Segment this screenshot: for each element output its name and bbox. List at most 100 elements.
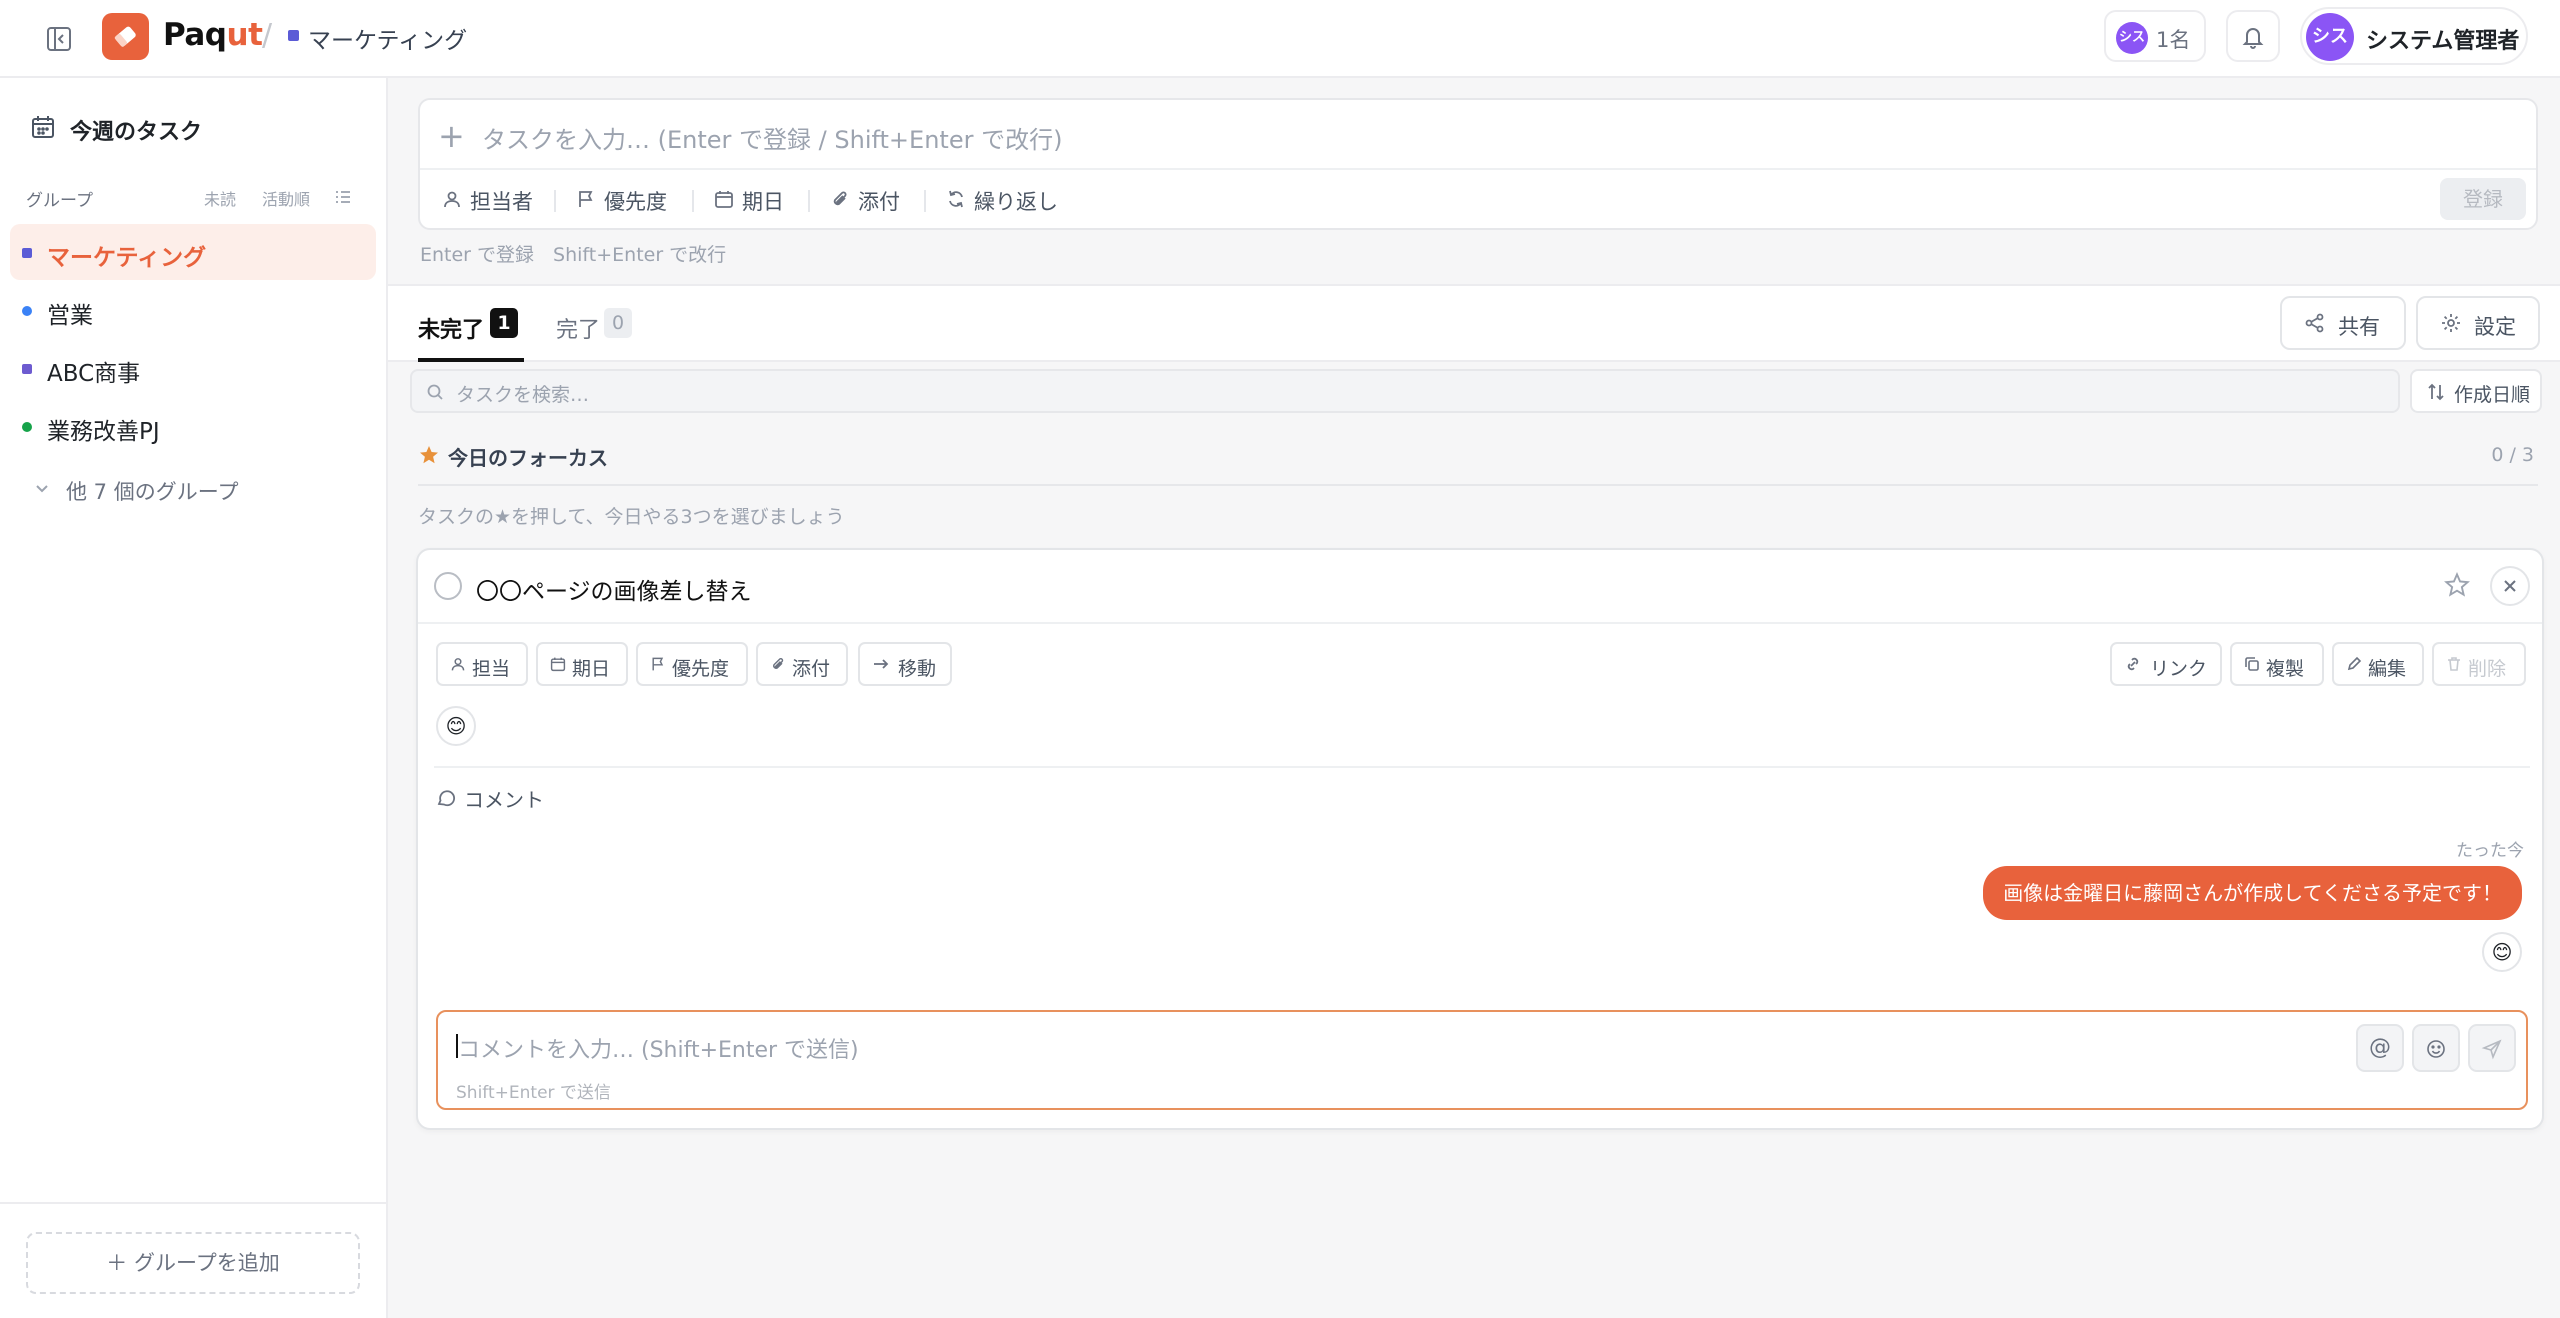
- sidebar-footer: ＋ グループを追加: [0, 1202, 386, 1318]
- search-icon: [426, 383, 444, 401]
- submit-button[interactable]: 登録: [2440, 178, 2526, 220]
- breadcrumb-group[interactable]: マーケティング: [308, 21, 467, 55]
- group-color-dot: [288, 30, 299, 41]
- divider: [434, 766, 2530, 768]
- due-date-chip[interactable]: 期日: [536, 642, 628, 686]
- add-group-button[interactable]: ＋ グループを追加: [26, 1232, 360, 1294]
- this-week-link[interactable]: 今週のタスク: [30, 114, 202, 145]
- member-avatar: シス: [2116, 22, 2148, 54]
- close-icon: [2492, 578, 2528, 594]
- comment-input-hint: Shift+Enter で送信: [456, 1083, 611, 1103]
- comments-label: コメント: [464, 788, 544, 812]
- divider: [420, 168, 2536, 170]
- share-label: 共有: [2338, 315, 2380, 339]
- group-color-dot: [22, 364, 32, 374]
- task-composer: + タスクを入力… (Enter で登録 / Shift+Enter で改行) …: [418, 98, 2538, 230]
- tab-label: 完了: [556, 318, 601, 343]
- assignee-chip[interactable]: 担当: [436, 642, 528, 686]
- assignee-button[interactable]: 担当者: [442, 184, 538, 216]
- sidebar-item-sales[interactable]: 営業: [10, 282, 376, 338]
- gear-icon: [2440, 312, 2462, 334]
- logo-text[interactable]: Paqut: [163, 17, 263, 53]
- complete-checkbox[interactable]: [434, 572, 462, 600]
- repeat-button[interactable]: 繰り返し: [946, 184, 1066, 216]
- comment-reaction-button[interactable]: 😊: [2482, 932, 2522, 972]
- members-button[interactable]: シス 1名: [2104, 10, 2206, 62]
- duplicate-chip[interactable]: 複製: [2230, 642, 2324, 686]
- send-button[interactable]: [2468, 1024, 2516, 1072]
- emoji-button[interactable]: [2412, 1024, 2460, 1072]
- avatar: シス: [2306, 13, 2354, 61]
- user-menu[interactable]: シス システム管理者: [2300, 7, 2528, 65]
- link-chip[interactable]: リンク: [2110, 642, 2222, 686]
- edit-chip[interactable]: 編集: [2332, 642, 2424, 686]
- flag-icon: [650, 656, 666, 672]
- delete-chip[interactable]: 削除: [2432, 642, 2526, 686]
- group-header-label: グループ: [26, 191, 93, 211]
- add-reaction-button[interactable]: 😊: [436, 706, 476, 746]
- comment-timestamp: たった今: [2456, 841, 2524, 861]
- user-icon: [442, 189, 462, 209]
- chip-label: 添付: [792, 658, 831, 680]
- chip-label: 編集: [2368, 658, 2407, 680]
- notifications-button[interactable]: [2226, 10, 2280, 62]
- priority-chip[interactable]: 優先度: [636, 642, 748, 686]
- priority-label: 優先度: [604, 190, 667, 214]
- tab-label: 未完了: [418, 318, 485, 343]
- top-bar: Paqut / マーケティング シス 1名 シス システム管理者: [0, 0, 2560, 78]
- paperclip-icon: [770, 656, 786, 672]
- sidebar: 今週のタスク グループ 未読 活動順 マーケティング 営業 ABC商事 業務改善…: [0, 78, 388, 1318]
- add-group-label: グループを追加: [133, 1251, 280, 1275]
- settings-button[interactable]: 設定: [2416, 296, 2540, 350]
- attach-button[interactable]: 添付: [830, 184, 910, 216]
- comment-placeholder: コメントを入力… (Shift+Enter で送信): [458, 1038, 859, 1063]
- more-groups-toggle[interactable]: 他 7 個のグループ: [32, 476, 238, 506]
- logo-icon[interactable]: [102, 13, 149, 60]
- due-date-label: 期日: [742, 190, 784, 214]
- task-card: 〇〇ページの画像差し替え 担当 期日 優先度 添付 移動 リンク 複製 編集 削…: [416, 548, 2544, 1130]
- plus-icon: +: [438, 117, 465, 155]
- arrow-right-icon: [872, 656, 890, 672]
- count-badge: 0: [604, 308, 632, 338]
- due-date-button[interactable]: 期日: [714, 184, 794, 216]
- mention-button[interactable]: @: [2356, 1024, 2404, 1072]
- text-caret: [456, 1034, 458, 1058]
- sidebar-toggle-icon[interactable]: [44, 24, 74, 54]
- share-button[interactable]: 共有: [2280, 296, 2406, 350]
- sort-icon: [2426, 382, 2446, 402]
- tab-complete[interactable]: 完了 0: [556, 306, 646, 362]
- search-input[interactable]: タスクを検索…: [410, 369, 2400, 413]
- task-title[interactable]: 〇〇ページの画像差し替え: [476, 572, 752, 606]
- emoji-icon: 😊: [2491, 940, 2513, 964]
- close-button[interactable]: [2490, 566, 2530, 606]
- share-icon: [2304, 312, 2326, 334]
- chip-label: 移動: [898, 658, 937, 680]
- priority-button[interactable]: 優先度: [576, 184, 676, 216]
- tab-underline: [418, 358, 524, 362]
- emoji-icon: 😊: [445, 714, 467, 738]
- focus-hint: タスクの★を押して、今日やる3つを選びましょう: [418, 506, 845, 528]
- trash-icon: [2446, 656, 2462, 672]
- tab-incomplete[interactable]: 未完了 1: [418, 306, 524, 362]
- sidebar-item-label: ABC商事: [47, 361, 141, 387]
- comment-input[interactable]: コメントを入力… (Shift+Enter で送信) Shift+Enter で…: [436, 1010, 2528, 1110]
- sort-activity-button[interactable]: 活動順: [262, 186, 310, 210]
- send-icon: [2470, 1038, 2514, 1060]
- sort-unread-button[interactable]: 未読: [204, 186, 236, 210]
- sidebar-item-label: 業務改善PJ: [47, 419, 160, 445]
- list-view-icon[interactable]: [334, 188, 352, 206]
- sidebar-item-marketing[interactable]: マーケティング: [10, 224, 376, 280]
- link-icon: [2124, 656, 2142, 672]
- focus-title: 今日のフォーカス: [448, 446, 608, 470]
- sort-button[interactable]: 作成日順: [2410, 369, 2542, 413]
- sidebar-item-improvement[interactable]: 業務改善PJ: [10, 398, 376, 454]
- count-badge: 1: [490, 308, 518, 338]
- move-chip[interactable]: 移動: [858, 642, 952, 686]
- attach-chip[interactable]: 添付: [756, 642, 848, 686]
- repeat-icon: [946, 189, 966, 209]
- divider: [418, 622, 2542, 624]
- task-input[interactable]: タスクを入力… (Enter で登録 / Shift+Enter で改行): [482, 120, 1062, 155]
- sidebar-item-abc[interactable]: ABC商事: [10, 340, 376, 396]
- focus-section-header: 今日のフォーカス 0 / 3: [418, 442, 2538, 486]
- star-icon[interactable]: [2444, 572, 2470, 598]
